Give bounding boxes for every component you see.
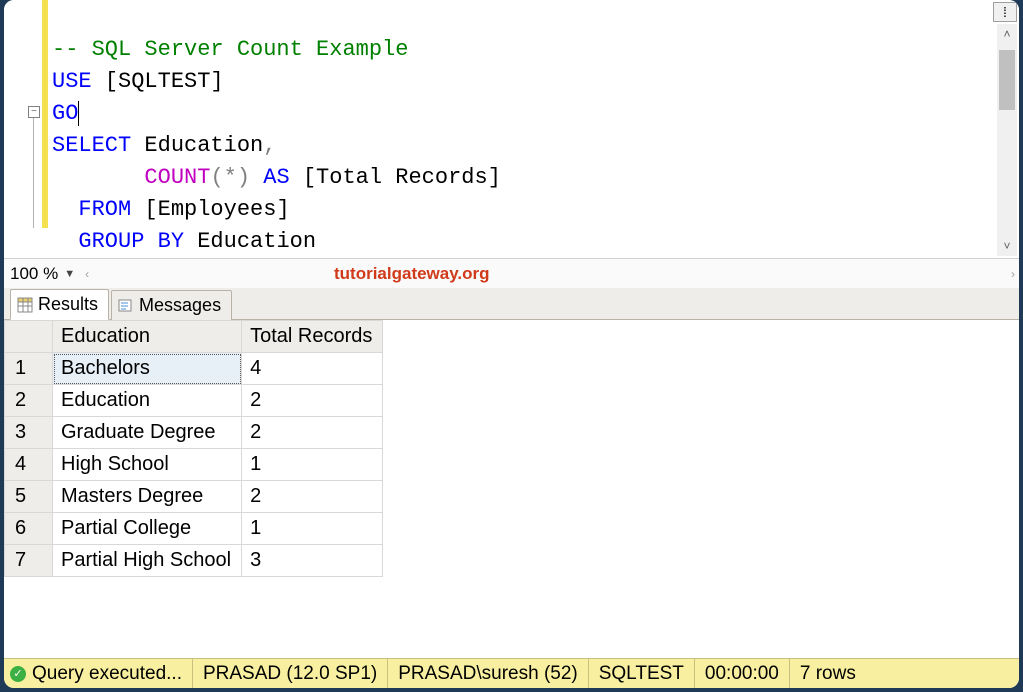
code-indent (52, 197, 78, 222)
fold-toggle-icon[interactable]: − (28, 106, 40, 118)
cell-total[interactable]: 3 (242, 545, 383, 577)
code-paren: ) (237, 165, 250, 190)
cell-education[interactable]: Education (53, 385, 242, 417)
status-query: ✓ Query executed... (8, 659, 192, 688)
table-row[interactable]: 2Education2 (5, 385, 383, 417)
code-content[interactable]: -- SQL Server Count Example USE [SQLTEST… (52, 0, 1019, 258)
fold-guide (33, 118, 34, 228)
grid-icon (17, 297, 33, 313)
scroll-down-icon[interactable]: ˅ (997, 236, 1017, 256)
table-row[interactable]: 1Bachelors4 (5, 353, 383, 385)
code-db: [SQLTEST] (92, 69, 224, 94)
cell-education[interactable]: High School (53, 449, 242, 481)
cell-education[interactable]: Partial High School (53, 545, 242, 577)
code-keyword-select: SELECT (52, 133, 131, 158)
scroll-thumb[interactable] (999, 50, 1015, 110)
cell-education[interactable]: Masters Degree (53, 481, 242, 513)
sql-editor[interactable]: − -- SQL Server Count Example USE [SQLTE… (4, 0, 1019, 258)
cell-education[interactable]: Bachelors (53, 353, 242, 385)
code-keyword-groupby: GROUP BY (78, 229, 184, 254)
grid-corner[interactable] (5, 321, 53, 353)
tab-results[interactable]: Results (10, 289, 109, 320)
row-number[interactable]: 4 (5, 449, 53, 481)
scroll-up-icon[interactable]: ˄ (997, 24, 1017, 44)
code-keyword-from: FROM (78, 197, 131, 222)
code-col: Education (131, 133, 263, 158)
cell-total[interactable]: 2 (242, 417, 383, 449)
change-marker (42, 0, 48, 228)
code-func-count: COUNT (144, 165, 210, 190)
status-db: SQLTEST (588, 659, 694, 688)
row-number[interactable]: 6 (5, 513, 53, 545)
zoom-dropdown-icon[interactable]: ▼ (64, 268, 75, 280)
table-row[interactable]: 5Masters Degree2 (5, 481, 383, 513)
code-keyword-as: AS (250, 165, 290, 190)
status-rows: 7 rows (789, 659, 866, 688)
row-number[interactable]: 1 (5, 353, 53, 385)
results-grid[interactable]: Education Total Records 1Bachelors42Educ… (4, 320, 1019, 658)
code-keyword-use: USE (52, 69, 92, 94)
status-server: PRASAD (12.0 SP1) (192, 659, 387, 688)
table-row[interactable]: 7Partial High School3 (5, 545, 383, 577)
row-number[interactable]: 7 (5, 545, 53, 577)
code-star: * (224, 165, 237, 190)
success-icon: ✓ (10, 666, 26, 682)
code-table: [Employees] (131, 197, 289, 222)
scroll-right-icon[interactable]: › (1011, 267, 1015, 281)
row-number[interactable]: 5 (5, 481, 53, 513)
col-header-education[interactable]: Education (53, 321, 242, 353)
code-comma: , (263, 133, 276, 158)
cell-total[interactable]: 2 (242, 385, 383, 417)
results-tabs: Results Messages (4, 288, 1019, 320)
table-row[interactable]: 6Partial College1 (5, 513, 383, 545)
row-number[interactable]: 3 (5, 417, 53, 449)
tab-results-label: Results (38, 294, 98, 315)
tab-messages-label: Messages (139, 295, 221, 316)
editor-gutter: − (4, 0, 52, 258)
table-row[interactable]: 4High School1 (5, 449, 383, 481)
cell-education[interactable]: Graduate Degree (53, 417, 242, 449)
col-header-total[interactable]: Total Records (242, 321, 383, 353)
horizontal-scrollbar[interactable]: ‹ › (85, 265, 1015, 283)
status-bar: ✓ Query executed... PRASAD (12.0 SP1) PR… (4, 658, 1019, 688)
code-col: Education (184, 229, 316, 254)
results-table: Education Total Records 1Bachelors42Educ… (4, 320, 383, 577)
split-handle-icon[interactable]: ⁞ (993, 2, 1017, 22)
table-header-row: Education Total Records (5, 321, 383, 353)
status-time: 00:00:00 (694, 659, 789, 688)
vertical-scrollbar[interactable]: ˄ ˅ (997, 24, 1017, 256)
code-paren: ( (210, 165, 223, 190)
code-indent (52, 165, 144, 190)
code-indent (52, 229, 78, 254)
zoom-bar: 100 % ▼ ‹ › tutorialgateway.org (4, 258, 1019, 288)
cell-total[interactable]: 1 (242, 513, 383, 545)
status-query-text: Query executed... (32, 663, 182, 685)
cell-total[interactable]: 2 (242, 481, 383, 513)
messages-icon (118, 298, 134, 314)
cell-education[interactable]: Partial College (53, 513, 242, 545)
code-comment: -- SQL Server Count Example (52, 37, 408, 62)
row-number[interactable]: 2 (5, 385, 53, 417)
table-row[interactable]: 3Graduate Degree2 (5, 417, 383, 449)
status-user: PRASAD\suresh (52) (387, 659, 588, 688)
code-alias: [Total Records] (290, 165, 501, 190)
cell-total[interactable]: 4 (242, 353, 383, 385)
ssms-window: − -- SQL Server Count Example USE [SQLTE… (4, 0, 1019, 688)
code-keyword-go: GO (52, 101, 79, 126)
cell-total[interactable]: 1 (242, 449, 383, 481)
zoom-level[interactable]: 100 % (10, 264, 58, 284)
tab-messages[interactable]: Messages (111, 290, 232, 320)
scroll-left-icon[interactable]: ‹ (85, 267, 89, 281)
watermark-text: tutorialgateway.org (334, 264, 490, 284)
